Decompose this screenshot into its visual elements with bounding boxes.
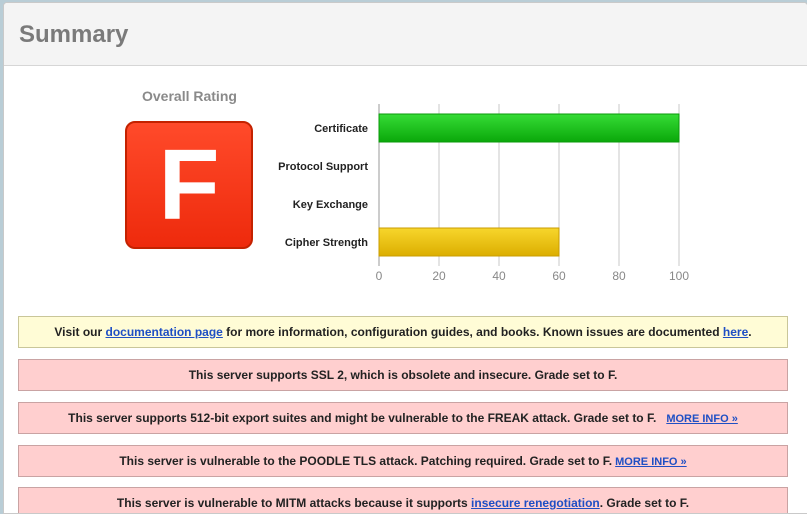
x-tick-label: 80	[612, 269, 626, 283]
summary-panel: Summary Overall Rating F 0 20 40 60 80 100 Cer…	[3, 2, 807, 514]
freak-warning: This server supports 512-bit export suit…	[18, 402, 788, 434]
info-text-mid: for more information, configuration guid…	[222, 325, 723, 339]
freak-text: This server supports 512-bit export suit…	[68, 411, 657, 425]
category-label: Certificate	[314, 123, 368, 135]
bar-certificate	[378, 113, 680, 143]
x-tick-label: 40	[492, 269, 506, 283]
ssl2-text: This server supports SSL 2, which is obs…	[188, 368, 618, 382]
x-tick-label: 0	[376, 269, 383, 283]
info-text-pre: Visit our	[54, 325, 106, 339]
info-message: Visit our documentation page for more in…	[18, 316, 788, 348]
mitm-text-post: . Grade set to F.	[599, 496, 690, 510]
x-tick-label: 100	[669, 269, 689, 283]
poodle-more-info-link[interactable]: MORE INFO »	[615, 456, 687, 468]
x-tick-label: 20	[432, 269, 446, 283]
known-issues-link[interactable]: here	[723, 325, 748, 339]
poodle-text: This server is vulnerable to the POODLE …	[119, 454, 613, 468]
bar-cipher-strength	[378, 227, 560, 257]
ssl2-warning: This server supports SSL 2, which is obs…	[18, 359, 788, 391]
x-tick-label: 60	[552, 269, 566, 283]
documentation-link[interactable]: documentation page	[106, 325, 223, 339]
category-label: Key Exchange	[293, 199, 368, 211]
poodle-warning: This server is vulnerable to the POODLE …	[18, 445, 788, 477]
freak-more-info-link[interactable]: MORE INFO »	[666, 413, 738, 425]
category-label: Cipher Strength	[285, 237, 368, 249]
info-text-post: .	[748, 325, 752, 339]
insecure-renegotiation-link[interactable]: insecure renegotiation	[471, 496, 600, 510]
mitm-warning: This server is vulnerable to MITM attack…	[18, 487, 788, 513]
rating-chart: 0 20 40 60 80 100 Certificate Protocol Support K…	[278, 104, 689, 283]
category-label: Protocol Support	[278, 161, 368, 173]
mitm-text-pre: This server is vulnerable to MITM attack…	[116, 496, 472, 510]
